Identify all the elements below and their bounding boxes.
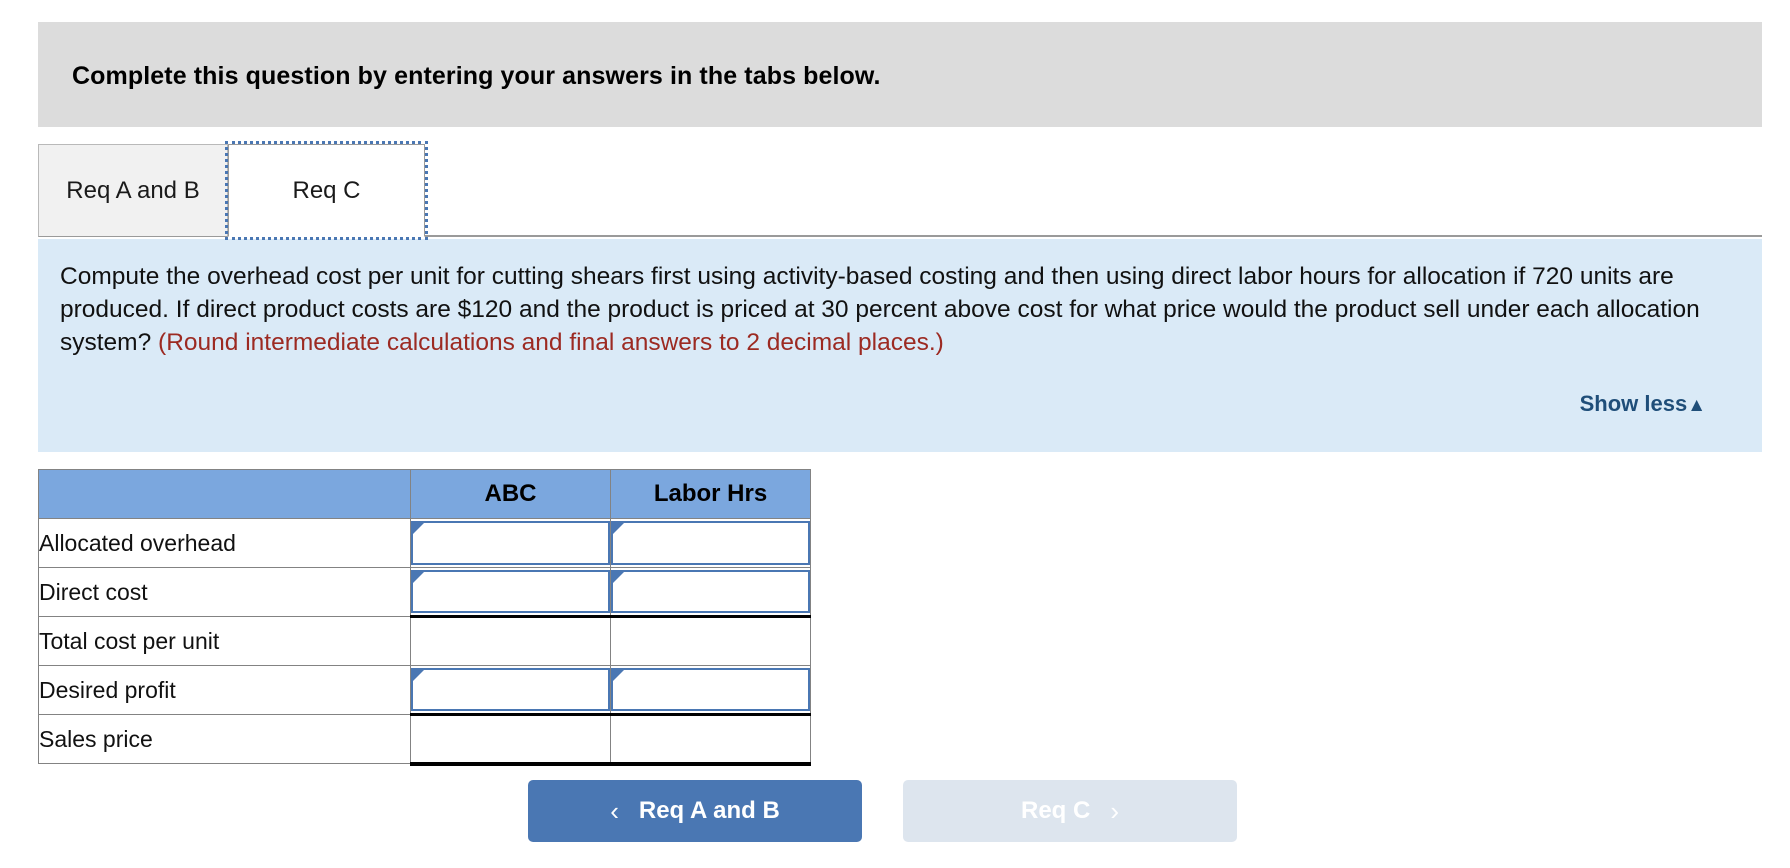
table-header-row: ABC Labor Hrs	[38, 469, 811, 519]
row-label-total-cost-per-unit: Total cost per unit	[38, 616, 411, 666]
column-header-labor-hrs: Labor Hrs	[610, 469, 811, 519]
show-less-label: Show less	[1579, 391, 1688, 416]
cell-direct-cost-labor[interactable]	[610, 567, 811, 617]
input-allocated-overhead-labor[interactable]	[611, 521, 810, 565]
table-row: Sales price	[38, 713, 811, 766]
table-row: Desired profit	[38, 665, 811, 715]
tab-req-c-label: Req C	[292, 176, 361, 204]
question-rounding-hint: (Round intermediate calculations and fin…	[158, 329, 944, 356]
caret-up-icon: ▲	[1687, 395, 1706, 416]
row-label-sales-price: Sales price	[38, 714, 411, 764]
instruction-banner: Complete this question by entering your …	[38, 22, 1762, 127]
input-desired-profit-abc[interactable]	[411, 668, 610, 711]
prev-button-label: Req A and B	[638, 797, 780, 824]
chevron-left-icon: ‹	[610, 795, 619, 826]
row-label-allocated-overhead: Allocated overhead	[38, 518, 411, 568]
tab-req-a-and-b-label: Req A and B	[66, 176, 200, 204]
input-desired-profit-labor[interactable]	[611, 668, 810, 711]
question-text: Compute the overhead cost per unit for c…	[60, 260, 1732, 359]
instruction-banner-title: Complete this question by entering your …	[72, 62, 881, 90]
tab-bar: Req A and B Req C	[38, 138, 1762, 243]
chevron-right-icon: ›	[1110, 795, 1119, 826]
row-label-desired-profit: Desired profit	[38, 665, 411, 715]
table-row: Direct cost	[38, 567, 811, 617]
answer-worksheet: ABC Labor Hrs Allocated overhead Direct …	[38, 469, 811, 766]
cell-desired-profit-abc[interactable]	[410, 665, 611, 715]
row-label-direct-cost: Direct cost	[38, 567, 411, 617]
column-header-blank	[38, 469, 411, 519]
cell-allocated-overhead-labor[interactable]	[610, 518, 811, 568]
tab-req-c[interactable]: Req C	[225, 141, 428, 240]
cell-total-cost-per-unit-abc	[410, 615, 611, 666]
next-button-label: Req C	[1020, 797, 1091, 824]
next-req-c-button[interactable]: Req C ›	[903, 780, 1237, 842]
pager-nav: ‹ Req A and B Req C ›	[0, 780, 1790, 842]
table-row: Total cost per unit	[38, 615, 811, 666]
cell-allocated-overhead-abc[interactable]	[410, 518, 611, 568]
question-panel: Compute the overhead cost per unit for c…	[38, 239, 1762, 452]
show-less-link[interactable]: Show less▲	[1579, 391, 1706, 417]
prev-req-a-and-b-button[interactable]: ‹ Req A and B	[528, 780, 862, 842]
worksheet-table: ABC Labor Hrs Allocated overhead Direct …	[38, 469, 811, 766]
input-allocated-overhead-abc[interactable]	[411, 521, 610, 565]
tab-req-a-and-b[interactable]: Req A and B	[38, 144, 228, 237]
input-direct-cost-abc[interactable]	[411, 570, 610, 613]
input-direct-cost-labor[interactable]	[611, 570, 810, 613]
table-row: Allocated overhead	[38, 518, 811, 568]
cell-sales-price-labor	[610, 713, 811, 766]
cell-sales-price-abc	[410, 713, 611, 766]
cell-total-cost-per-unit-labor	[610, 615, 811, 666]
cell-direct-cost-abc[interactable]	[410, 567, 611, 617]
cell-desired-profit-labor[interactable]	[610, 665, 811, 715]
column-header-abc: ABC	[410, 469, 611, 519]
